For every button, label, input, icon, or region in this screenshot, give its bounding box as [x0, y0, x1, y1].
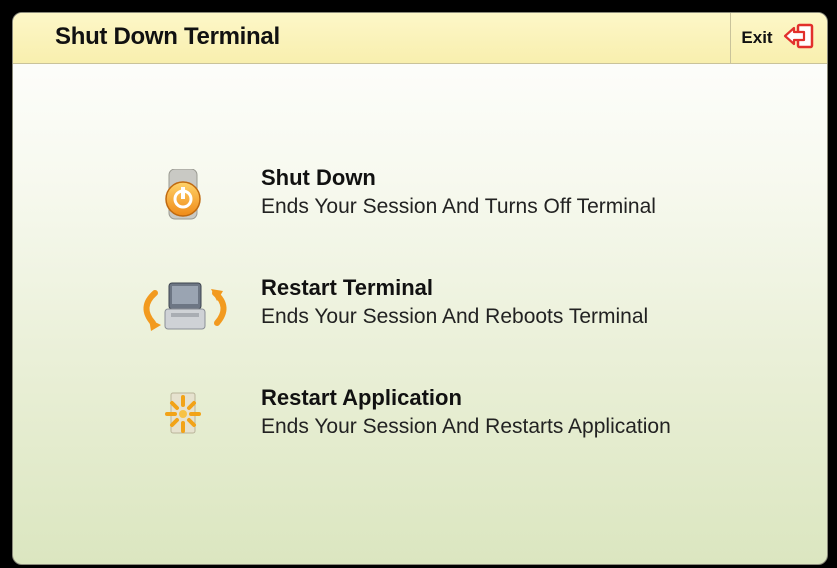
exit-button[interactable]: Exit: [730, 13, 827, 63]
shut-down-description: Ends Your Session And Turns Off Terminal: [261, 195, 656, 218]
restart-terminal-label: Restart Terminal: [261, 275, 433, 300]
restart-application-label: Restart Application: [261, 385, 462, 410]
shut-down-option[interactable]: Shut Down Ends Your Session And Turns Of…: [133, 161, 773, 241]
shutdown-dialog: Shut Down Terminal Exit Shut Down Ends Y…: [12, 12, 828, 565]
exit-icon: [781, 22, 817, 55]
restart-terminal-description: Ends Your Session And Reboots Terminal: [261, 305, 649, 328]
restart-application-icon: [133, 389, 237, 447]
restart-application-option[interactable]: Restart Application Ends Your Session An…: [133, 381, 773, 461]
title-bar: Shut Down Terminal Exit: [13, 13, 827, 64]
shut-down-label: Shut Down: [261, 165, 376, 190]
restart-terminal-icon: [133, 279, 237, 337]
restart-terminal-option[interactable]: Restart Terminal Ends Your Session And R…: [133, 271, 773, 351]
restart-application-description: Ends Your Session And Restarts Applicati…: [261, 415, 671, 438]
dialog-title: Shut Down Terminal: [55, 23, 280, 50]
exit-label: Exit: [741, 28, 773, 47]
power-icon: [133, 168, 237, 227]
